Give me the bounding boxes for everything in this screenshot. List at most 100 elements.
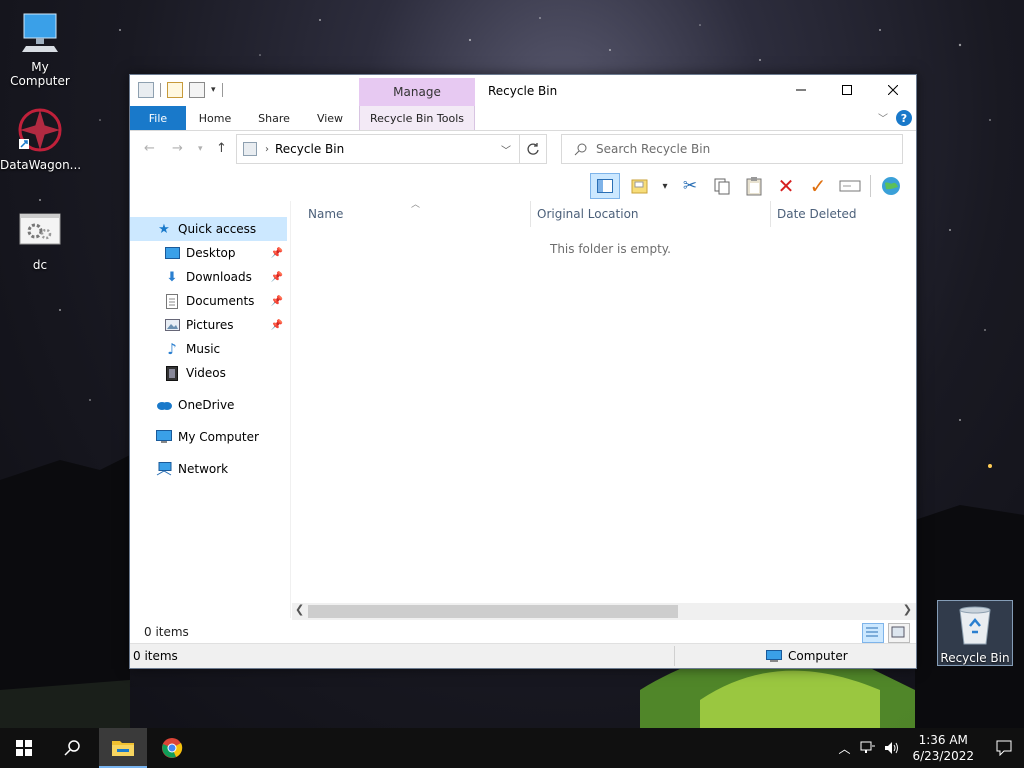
cut-icon[interactable]: ✂ (678, 174, 702, 198)
nav-onedrive[interactable]: OneDrive (130, 393, 287, 417)
network-icon[interactable] (860, 741, 876, 755)
nav-pictures[interactable]: Pictures 📌 (130, 313, 287, 337)
cloud-icon (156, 397, 172, 413)
properties-icon[interactable] (167, 82, 183, 98)
nav-network[interactable]: Network (130, 457, 287, 481)
search-icon (574, 143, 587, 156)
search-input[interactable]: Search Recycle Bin (561, 134, 903, 164)
help-button[interactable]: ? (896, 110, 912, 126)
nav-divider (290, 201, 291, 618)
globe-icon[interactable] (879, 174, 903, 198)
qat-separator (221, 83, 223, 97)
nav-this-pc[interactable]: My Computer (130, 425, 287, 449)
copy-icon[interactable] (710, 174, 734, 198)
volume-icon[interactable] (884, 741, 900, 755)
qat-separator (160, 83, 161, 97)
pin-icon[interactable]: 📌 (271, 320, 283, 331)
status-item-count: 0 items (133, 649, 178, 663)
windows-logo-icon (16, 740, 32, 756)
title-bar[interactable]: ▾ Manage Recycle Bin (130, 75, 916, 106)
column-name[interactable]: Name (308, 201, 343, 227)
tab-recycle-bin-tools[interactable]: Recycle Bin Tools (359, 106, 475, 130)
close-button[interactable] (870, 75, 916, 105)
recent-locations-chevron-icon[interactable]: ▾ (198, 144, 203, 154)
select-folder-button[interactable] (628, 174, 652, 198)
clock-date: 6/23/2022 (912, 749, 974, 763)
file-explorer-taskbar-button[interactable] (99, 728, 147, 768)
nav-music[interactable]: ♪ Music (130, 337, 287, 361)
ribbon-tabs: File Home Share View Recycle Bin Tools (130, 106, 916, 131)
nav-documents[interactable]: Documents 📌 (130, 289, 287, 313)
desktop-icon-my-computer[interactable]: My Computer (0, 8, 80, 88)
search-icon (64, 740, 80, 756)
scroll-left-icon[interactable]: ❮ (295, 603, 304, 616)
nav-label: Pictures (186, 318, 234, 332)
nav-label: Network (178, 462, 229, 476)
nav-videos[interactable]: Videos (130, 361, 287, 385)
tab-view[interactable]: View (308, 106, 352, 130)
scroll-right-icon[interactable]: ❯ (903, 603, 912, 616)
layout-pane-icon (597, 179, 613, 193)
nav-label: Downloads (186, 270, 252, 284)
scrollbar-thumb[interactable] (308, 605, 678, 618)
clock[interactable]: 1:36 AM 6/23/2022 (912, 732, 974, 764)
large-icons-view-icon (891, 626, 905, 638)
back-button[interactable]: ← (144, 141, 155, 156)
minimize-icon (796, 89, 806, 91)
refresh-button[interactable] (520, 134, 547, 164)
nav-label: Videos (186, 366, 226, 380)
desktop-icon-dc[interactable]: dc (0, 206, 80, 272)
empty-folder-message: This folder is empty. (550, 242, 671, 256)
expand-ribbon-chevron-icon[interactable]: ﹀ (878, 110, 888, 125)
network-icon (156, 461, 172, 477)
breadcrumb-separator-icon[interactable]: › (265, 144, 269, 155)
address-dropdown-icon[interactable]: ﹀ (501, 142, 511, 157)
nav-label: Quick access (178, 222, 257, 236)
picture-icon (164, 317, 180, 333)
pin-icon[interactable]: 📌 (271, 272, 283, 283)
status-divider (674, 646, 675, 666)
minimize-button[interactable] (778, 75, 824, 105)
nav-downloads[interactable]: ⬇ Downloads 📌 (130, 265, 287, 289)
forward-button[interactable]: → (172, 141, 183, 156)
delete-icon[interactable]: ✕ (774, 174, 798, 198)
music-note-icon: ♪ (167, 340, 177, 358)
new-folder-icon[interactable] (189, 82, 205, 98)
nav-desktop[interactable]: Desktop 📌 (130, 241, 287, 265)
more-dropdown-icon[interactable]: ▾ (660, 174, 670, 198)
notifications-button[interactable] (984, 728, 1024, 768)
start-button[interactable] (0, 728, 48, 768)
pin-icon[interactable]: 📌 (271, 296, 283, 307)
column-separator[interactable] (530, 201, 531, 227)
qat-dropdown-icon[interactable]: ▾ (211, 85, 216, 95)
sort-arrow-icon: ︿ (411, 200, 421, 210)
desktop-icon-recycle-bin[interactable]: Recycle Bin (937, 600, 1013, 666)
breadcrumb[interactable]: Recycle Bin (275, 142, 344, 156)
nav-quick-access[interactable]: ★ Quick access (130, 217, 287, 241)
rename-icon[interactable] (838, 174, 862, 198)
maximize-button[interactable] (824, 75, 870, 105)
paste-icon[interactable] (742, 174, 766, 198)
preview-pane-button[interactable] (590, 173, 620, 199)
nav-label: OneDrive (178, 398, 235, 412)
up-button[interactable]: ↑ (216, 141, 227, 156)
checkmark-icon[interactable]: ✓ (806, 174, 830, 198)
column-original-location[interactable]: Original Location (537, 201, 639, 227)
clock-time: 1:36 AM (918, 733, 968, 747)
desktop-icon-datawagon[interactable]: DataWagon... (0, 106, 81, 172)
horizontal-scrollbar[interactable]: ❮ ❯ (292, 603, 916, 620)
show-hidden-icons-chevron-icon[interactable]: ︿ (838, 740, 850, 757)
chrome-taskbar-button[interactable] (148, 728, 196, 768)
tab-file[interactable]: File (130, 106, 186, 130)
address-bar[interactable]: › Recycle Bin ﹀ (236, 134, 520, 164)
desktop-icon-label: dc (32, 258, 48, 272)
search-button[interactable] (48, 728, 96, 768)
tab-home[interactable]: Home (192, 106, 238, 130)
large-icons-view-button[interactable] (888, 623, 910, 643)
details-view-button[interactable] (862, 623, 884, 643)
column-separator[interactable] (770, 201, 771, 227)
tab-share[interactable]: Share (250, 106, 298, 130)
taskbar: ︿ 1:36 AM 6/23/2022 (0, 728, 1024, 768)
pin-icon[interactable]: 📌 (271, 248, 283, 259)
column-date-deleted[interactable]: Date Deleted (777, 201, 857, 227)
